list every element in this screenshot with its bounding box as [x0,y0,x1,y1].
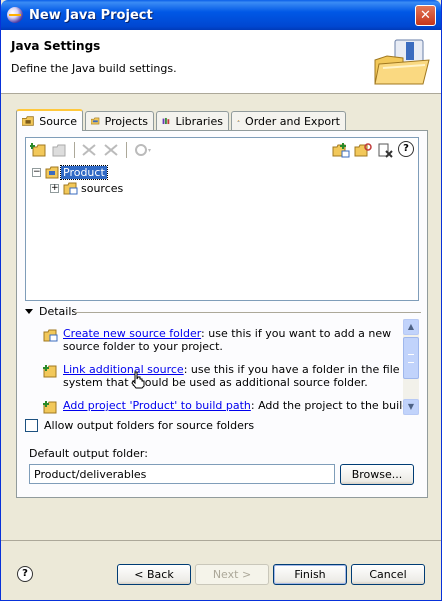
new-source-folder-icon[interactable] [332,142,350,158]
source-folder-icon [22,116,34,126]
tab-projects[interactable]: Projects [85,111,154,130]
source-tab-panel: ? − Product + sources Details Create new… [16,130,428,498]
help-icon[interactable]: ? [398,141,414,157]
hand-cursor-icon [131,371,145,389]
create-source-folder-link[interactable]: Create new source folder [63,327,201,340]
toolbar-separator [126,142,127,158]
include-icon[interactable] [80,142,98,158]
exclude-icon[interactable] [102,142,120,158]
edit-folder-icon[interactable] [50,142,68,158]
next-button[interactable]: Next > [195,564,269,585]
tab-label: Libraries [175,114,223,128]
close-button[interactable]: ✕ [415,5,436,26]
finish-button[interactable]: Finish [273,564,347,585]
default-output-folder-label: Default output folder: [29,447,148,460]
tab-libraries[interactable]: Libraries [156,111,229,130]
page-title: Java Settings [11,39,101,53]
tab-label: Source [39,114,77,128]
collapse-triangle-icon [25,309,33,314]
page-description: Define the Java build settings. [11,62,177,75]
project-folder-icon [45,166,59,179]
browse-button[interactable]: Browse... [340,464,414,485]
scroll-down-icon[interactable]: ▼ [403,399,419,415]
cancel-button[interactable]: Cancel [351,564,425,585]
wizard-header: Java Settings Define the Java build sett… [1,30,441,94]
tree-node-product[interactable]: − Product [32,164,108,180]
link-source-folder-icon [43,365,57,378]
java-project-wizard-icon [374,39,430,85]
remove-folder-icon[interactable] [376,142,394,158]
default-output-folder-input[interactable] [29,464,335,484]
tree-node-label: Product [60,164,108,180]
add-project-build-path-link[interactable]: Add project 'Product' to build path [63,399,251,412]
add-folder-icon[interactable] [30,142,48,158]
allow-output-folders-label: Allow output folders for source folders [44,419,255,432]
button-bar-separator [1,540,441,541]
collapse-icon[interactable]: − [32,167,41,177]
back-button[interactable]: < Back [117,564,191,585]
projects-icon [91,117,100,125]
window-title: New Java Project [29,7,153,23]
configure-icon[interactable] [134,142,152,158]
details-list: Create new source folder: use this if yo… [41,319,419,415]
source-tree-view[interactable]: ? − Product + sources [25,137,419,301]
toolbar-separator [74,142,75,158]
allow-output-folders-option[interactable]: Allow output folders for source folders [25,419,254,432]
eclipse-icon [7,7,23,23]
tree-node-sources[interactable]: + sources [50,180,125,196]
detail-text: : Add the project to the build path if [250,399,419,412]
tree-node-label: sources [81,181,124,195]
tab-source[interactable]: Source [16,109,83,131]
details-scrollbar[interactable]: ▲ ▼ [403,319,419,415]
scrollbar-thumb[interactable] [403,337,419,379]
details-toggle[interactable]: Details [25,305,77,318]
source-toolbar: ? [26,138,418,162]
source-package-icon [63,182,78,195]
expand-icon[interactable]: + [50,183,59,193]
allow-output-folders-checkbox[interactable] [25,419,38,432]
add-project-icon [43,401,57,414]
scroll-up-icon[interactable]: ▲ [403,319,419,335]
details-divider [75,312,421,313]
title-bar[interactable]: New Java Project ✕ [1,0,441,30]
details-label: Details [39,305,78,318]
link-source-folder-icon[interactable] [354,142,372,158]
tab-label: Order and Export [245,114,340,128]
tab-order-and-export[interactable]: Order and Export [231,111,346,130]
order-export-icon [237,119,240,122]
help-icon[interactable]: ? [17,566,33,582]
new-java-project-dialog: New Java Project ✕ Java Settings Define … [0,0,442,601]
link-additional-source-link[interactable]: Link additional source [63,363,184,376]
tab-label: Projects [104,114,148,128]
new-source-folder-icon [43,329,58,342]
libraries-icon [162,117,170,125]
